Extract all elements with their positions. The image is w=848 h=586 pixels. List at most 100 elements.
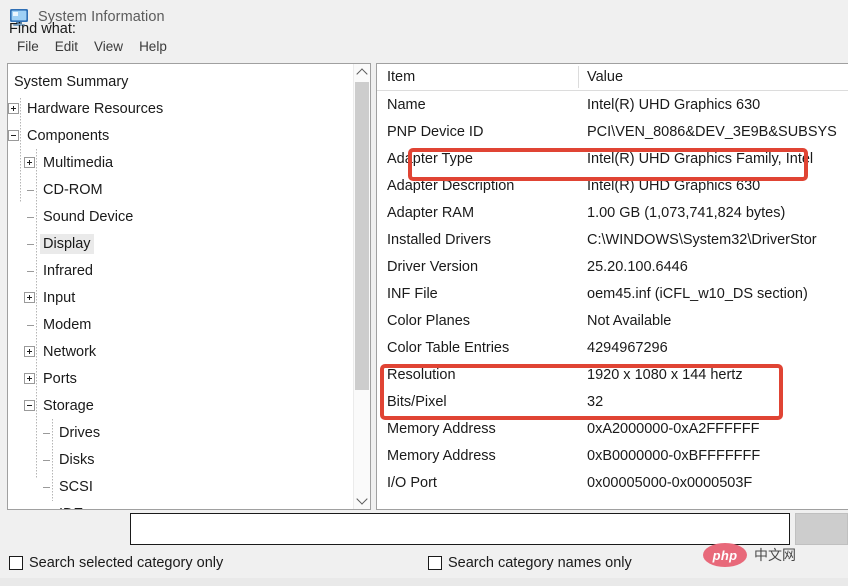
tree-item-ports[interactable]: Ports — [8, 365, 353, 392]
category-tree-panel: System Summary Hardware Resources Componen… — [7, 63, 371, 510]
detail-value-cell: 32 — [579, 394, 848, 410]
tree-item-label: Display — [40, 234, 94, 254]
detail-row[interactable]: Driver Version25.20.100.6446 — [377, 253, 848, 280]
detail-item-cell: Bits/Pixel — [377, 394, 579, 410]
detail-row[interactable]: Color PlanesNot Available — [377, 307, 848, 334]
page-bottom-strip — [0, 578, 848, 586]
tree-item-system-summary[interactable]: System Summary — [8, 68, 353, 95]
detail-row[interactable]: INF Fileoem45.inf (iCFL_w10_DS section) — [377, 280, 848, 307]
menu-item-file[interactable]: File — [9, 37, 47, 57]
detail-value-cell: Not Available — [579, 313, 848, 329]
tree-item-cd-rom[interactable]: CD-ROM — [8, 176, 353, 203]
tree-item-network[interactable]: Network — [8, 338, 353, 365]
detail-header-row: Item Value — [377, 64, 848, 91]
tree-item-scsi[interactable]: SCSI — [8, 473, 353, 500]
tree-expand-icon[interactable] — [24, 292, 35, 303]
column-header-value[interactable]: Value — [579, 69, 848, 85]
detail-value-cell: 4294967296 — [579, 340, 848, 356]
tree-item-sound-device[interactable]: Sound Device — [8, 203, 353, 230]
tree-expand-icon[interactable] — [24, 346, 35, 357]
tree-item-input[interactable]: Input — [8, 284, 353, 311]
detail-item-cell: Installed Drivers — [377, 232, 579, 248]
search-selected-category-label: Search selected category only — [29, 555, 223, 571]
detail-row[interactable]: Adapter DescriptionIntel(R) UHD Graphics… — [377, 172, 848, 199]
detail-row[interactable]: Adapter TypeIntel(R) UHD Graphics Family… — [377, 145, 848, 172]
detail-value-cell: 0x00005000-0x0000503F — [579, 475, 848, 491]
detail-row[interactable]: NameIntel(R) UHD Graphics 630 — [377, 91, 848, 118]
tree-item-label: Disks — [56, 450, 97, 470]
search-category-names-checkbox-row[interactable]: Search category names only — [428, 555, 632, 571]
detail-row[interactable]: PNP Device IDPCI\VEN_8086&DEV_3E9B&SUBSY… — [377, 118, 848, 145]
tree-item-hardware-resources[interactable]: Hardware Resources — [8, 95, 353, 122]
detail-item-cell: PNP Device ID — [377, 124, 579, 140]
tree-item-label: Multimedia — [40, 153, 116, 173]
tree-scroll-down-button[interactable] — [354, 492, 370, 509]
detail-item-cell: Memory Address — [377, 448, 579, 464]
detail-item-cell: Adapter Description — [377, 178, 579, 194]
detail-rows: NameIntel(R) UHD Graphics 630PNP Device … — [377, 91, 848, 496]
find-what-input[interactable] — [130, 513, 790, 545]
tree-item-ide[interactable]: IDE — [8, 500, 353, 509]
detail-value-cell: 0xA2000000-0xA2FFFFFF — [579, 421, 848, 437]
tree-item-infrared[interactable]: Infrared — [8, 257, 353, 284]
tree-item-label: Input — [40, 288, 78, 308]
detail-item-cell: INF File — [377, 286, 579, 302]
detail-value-cell: oem45.inf (iCFL_w10_DS section) — [579, 286, 848, 302]
search-selected-category-checkbox-row[interactable]: Search selected category only — [9, 555, 223, 571]
menu-bar: File Edit View Help — [0, 33, 848, 60]
tree-item-display[interactable]: Display — [8, 230, 353, 257]
search-category-names-checkbox[interactable] — [428, 556, 442, 570]
detail-row[interactable]: Bits/Pixel32 — [377, 388, 848, 415]
chevron-down-icon — [356, 493, 367, 504]
tree-scrollbar[interactable] — [353, 64, 370, 509]
detail-row[interactable]: Adapter RAM1.00 GB (1,073,741,824 bytes) — [377, 199, 848, 226]
tree-item-storage[interactable]: Storage — [8, 392, 353, 419]
detail-item-cell: Driver Version — [377, 259, 579, 275]
tree-scroll-up-button[interactable] — [354, 64, 370, 81]
search-category-names-label: Search category names only — [448, 555, 632, 571]
tree-scrollbar-thumb[interactable] — [355, 82, 369, 390]
tree-item-drives[interactable]: Drives — [8, 419, 353, 446]
column-header-item[interactable]: Item — [377, 69, 579, 85]
tree-item-label: Network — [40, 342, 99, 362]
tree-item-components[interactable]: Components — [8, 122, 353, 149]
tree-item-label: Modem — [40, 315, 94, 335]
tree-collapse-icon[interactable] — [8, 130, 19, 141]
tree-item-disks[interactable]: Disks — [8, 446, 353, 473]
detail-row[interactable]: Color Table Entries4294967296 — [377, 334, 848, 361]
tree-expand-icon[interactable] — [8, 103, 19, 114]
detail-value-cell: PCI\VEN_8086&DEV_3E9B&SUBSYS — [579, 124, 848, 140]
detail-item-cell: Adapter Type — [377, 151, 579, 167]
find-button[interactable] — [795, 513, 848, 545]
search-selected-category-checkbox[interactable] — [9, 556, 23, 570]
detail-row[interactable]: Memory Address0xA2000000-0xA2FFFFFF — [377, 415, 848, 442]
menu-item-view[interactable]: View — [86, 37, 131, 57]
menu-item-help[interactable]: Help — [131, 37, 175, 57]
tree-item-label: CD-ROM — [40, 180, 106, 200]
detail-item-cell: Resolution — [377, 367, 579, 383]
tree-guide-line — [36, 149, 37, 479]
detail-item-cell: Memory Address — [377, 421, 579, 437]
detail-value-cell: C:\WINDOWS\System32\DriverStor — [579, 232, 848, 248]
tree-guide-line — [52, 419, 53, 501]
detail-row[interactable]: I/O Port0x00005000-0x0000503F — [377, 469, 848, 496]
detail-item-cell: I/O Port — [377, 475, 579, 491]
chevron-up-icon — [356, 68, 367, 79]
tree-item-modem[interactable]: Modem — [8, 311, 353, 338]
tree-collapse-icon[interactable] — [24, 400, 35, 411]
detail-row[interactable]: Memory Address0xB0000000-0xBFFFFFFF — [377, 442, 848, 469]
detail-item-cell: Name — [377, 97, 579, 113]
detail-row[interactable]: Resolution1920 x 1080 x 144 hertz — [377, 361, 848, 388]
detail-value-cell: 1.00 GB (1,073,741,824 bytes) — [579, 205, 848, 221]
tree-item-label: Hardware Resources — [24, 99, 166, 119]
detail-item-cell: Color Table Entries — [377, 340, 579, 356]
tree-expand-icon[interactable] — [24, 157, 35, 168]
detail-row[interactable]: Installed DriversC:\WINDOWS\System32\Dri… — [377, 226, 848, 253]
tree-item-label: Drives — [56, 423, 103, 443]
system-information-window: System Information File Edit View Help S… — [0, 0, 848, 586]
detail-value-cell: 1920 x 1080 x 144 hertz — [579, 367, 848, 383]
menu-item-edit[interactable]: Edit — [47, 37, 86, 57]
tree-item-multimedia[interactable]: Multimedia — [8, 149, 353, 176]
tree-item-label: IDE — [56, 504, 86, 510]
tree-expand-icon[interactable] — [24, 373, 35, 384]
